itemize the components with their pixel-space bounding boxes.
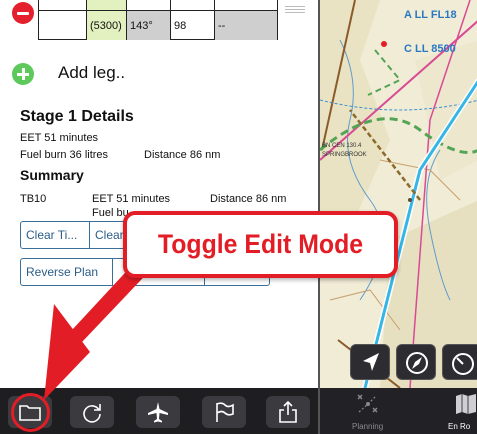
annotation-callout: Toggle Edit Mode [123,211,398,278]
annotation-highlight-ring [11,393,50,432]
annotation-text: Toggle Edit Mode [157,229,364,259]
